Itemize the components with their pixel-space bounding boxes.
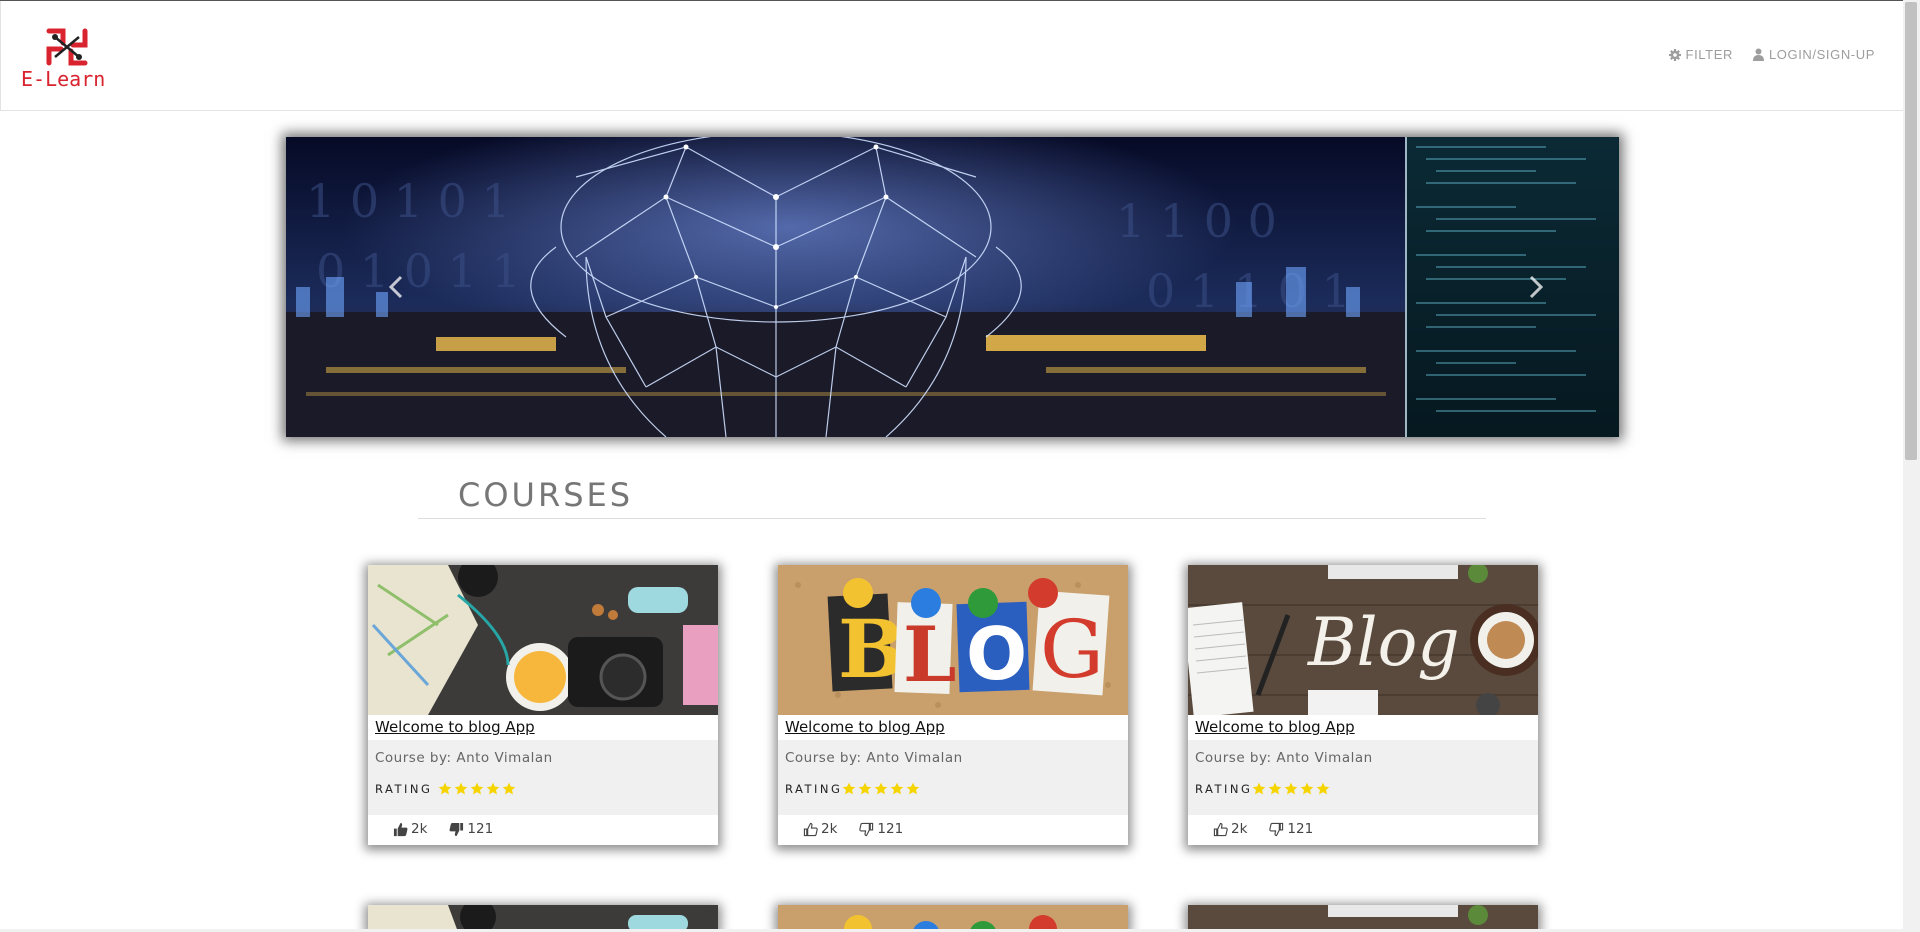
- navbar: E-Learn FILTER LOGIN/SIGN-UP: [0, 1, 1904, 111]
- dislike-count: 121: [877, 821, 904, 837]
- course-info: Course by: Anto Vimalan RATING: [1188, 740, 1538, 815]
- course-title-link[interactable]: Welcome to blog App: [375, 718, 535, 736]
- star-icon: [907, 782, 920, 795]
- star-icon: [859, 782, 872, 795]
- rating-label: RATING: [375, 782, 433, 796]
- thumbs-up-outline-icon: [1213, 822, 1228, 836]
- course-rating: RATING: [375, 782, 516, 796]
- filter-label: FILTER: [1685, 47, 1733, 62]
- like-button[interactable]: 2k: [803, 821, 837, 837]
- rating-label: RATING: [1195, 782, 1253, 796]
- thumbs-down-icon: [449, 822, 464, 836]
- course-card[interactable]: [1188, 905, 1538, 932]
- login-signup-link[interactable]: LOGIN/SIGN-UP: [1752, 47, 1875, 62]
- nav-links: FILTER LOGIN/SIGN-UP: [1668, 47, 1875, 62]
- star-icon: [471, 782, 484, 795]
- dislike-count: 121: [1287, 821, 1314, 837]
- like-count: 2k: [821, 821, 838, 837]
- user-icon: [1752, 48, 1764, 61]
- carousel-prev-button[interactable]: [376, 267, 416, 307]
- hero-slide-image: 1 0 1 0 1 0 1 0 1 1 1 1 0 0 0 1 1 0 1: [286, 137, 1619, 437]
- hero-carousel: 1 0 1 0 1 0 1 0 1 1 1 1 0 0 0 1 1 0 1: [286, 137, 1619, 437]
- course-votes: 2k 121: [1213, 821, 1313, 837]
- login-signup-label: LOGIN/SIGN-UP: [1768, 47, 1875, 62]
- course-image[interactable]: B L O G: [778, 565, 1128, 715]
- star-icon: [1285, 782, 1298, 795]
- star-icon: [1269, 782, 1282, 795]
- dislike-button[interactable]: 121: [449, 821, 493, 837]
- svg-text:Blog: Blog: [1307, 604, 1460, 681]
- like-count: 2k: [1231, 821, 1248, 837]
- course-title-link[interactable]: Welcome to blog App: [785, 718, 945, 736]
- course-author: Course by: Anto Vimalan: [1195, 750, 1373, 766]
- course-rating: RATING: [785, 782, 920, 796]
- star-icon: [439, 782, 452, 795]
- rating-label: RATING: [785, 782, 843, 796]
- course-author: Course by: Anto Vimalan: [785, 750, 963, 766]
- blog-desk-image: Blog: [1188, 565, 1538, 715]
- course-card[interactable]: B L O G Welcome to blog App Course by: A…: [778, 565, 1128, 845]
- course-card[interactable]: Welcome to blog App Course by: Anto Vima…: [368, 565, 718, 845]
- course-image[interactable]: Blog: [1188, 565, 1538, 715]
- blog-letters-image: [778, 905, 1128, 932]
- svg-text:O: O: [966, 612, 1027, 696]
- course-author: Course by: Anto Vimalan: [375, 750, 553, 766]
- course-info: Course by: Anto Vimalan RATING: [368, 740, 718, 815]
- thumbs-down-outline-icon: [859, 822, 874, 836]
- rating-stars: [842, 782, 920, 796]
- section-divider: [418, 518, 1486, 519]
- gear-icon: [1668, 48, 1681, 61]
- chevron-right-icon: [1529, 275, 1544, 299]
- scrollbar-thumb[interactable]: [1905, 2, 1917, 460]
- filter-link[interactable]: FILTER: [1668, 47, 1733, 62]
- star-icon: [1301, 782, 1314, 795]
- course-card[interactable]: [368, 905, 718, 932]
- chevron-left-icon: [388, 275, 403, 299]
- svg-text:1 0 1 0 1: 1 0 1 0 1: [306, 174, 511, 228]
- logo-mark-icon: [46, 28, 88, 66]
- svg-text:0 1 0 1 1: 0 1 0 1 1: [316, 244, 521, 298]
- star-icon: [875, 782, 888, 795]
- brand-name: E-Learn: [21, 67, 106, 91]
- svg-text:L: L: [903, 610, 956, 699]
- course-votes: 2k 121: [803, 821, 903, 837]
- rating-stars: [1252, 782, 1330, 796]
- thumbs-down-outline-icon: [1269, 822, 1284, 836]
- dislike-count: 121: [467, 821, 494, 837]
- like-button[interactable]: 2k: [393, 821, 427, 837]
- like-button[interactable]: 2k: [1213, 821, 1247, 837]
- thumbs-up-icon: [393, 822, 408, 836]
- course-title-link[interactable]: Welcome to blog App: [1195, 718, 1355, 736]
- thumbs-up-outline-icon: [803, 822, 818, 836]
- course-info: Course by: Anto Vimalan RATING: [778, 740, 1128, 815]
- star-icon: [1317, 782, 1330, 795]
- course-rating: RATING: [1195, 782, 1330, 796]
- dislike-button[interactable]: 121: [859, 821, 903, 837]
- travel-desk-image: [368, 905, 718, 932]
- star-icon: [843, 782, 856, 795]
- carousel-next-button[interactable]: [1516, 267, 1556, 307]
- star-icon: [1253, 782, 1266, 795]
- course-card[interactable]: [778, 905, 1128, 932]
- course-votes: 2k 121: [393, 821, 493, 837]
- star-icon: [503, 782, 516, 795]
- star-icon: [455, 782, 468, 795]
- star-icon: [487, 782, 500, 795]
- vertical-scrollbar[interactable]: [1903, 0, 1920, 932]
- brand-logo[interactable]: E-Learn: [21, 23, 117, 93]
- section-title: COURSES: [458, 476, 634, 514]
- rating-stars: [438, 782, 516, 796]
- like-count: 2k: [411, 821, 428, 837]
- travel-desk-image: [368, 565, 718, 715]
- svg-text:G: G: [1040, 603, 1104, 696]
- course-image[interactable]: [368, 565, 718, 715]
- blog-letters-image: B L O G: [778, 565, 1128, 715]
- svg-text:1 1 0 0: 1 1 0 0: [1116, 194, 1277, 248]
- blog-desk-image: [1188, 905, 1538, 932]
- dislike-button[interactable]: 121: [1269, 821, 1313, 837]
- course-card[interactable]: Blog Welcome to blog App Course by: Anto…: [1188, 565, 1538, 845]
- star-icon: [891, 782, 904, 795]
